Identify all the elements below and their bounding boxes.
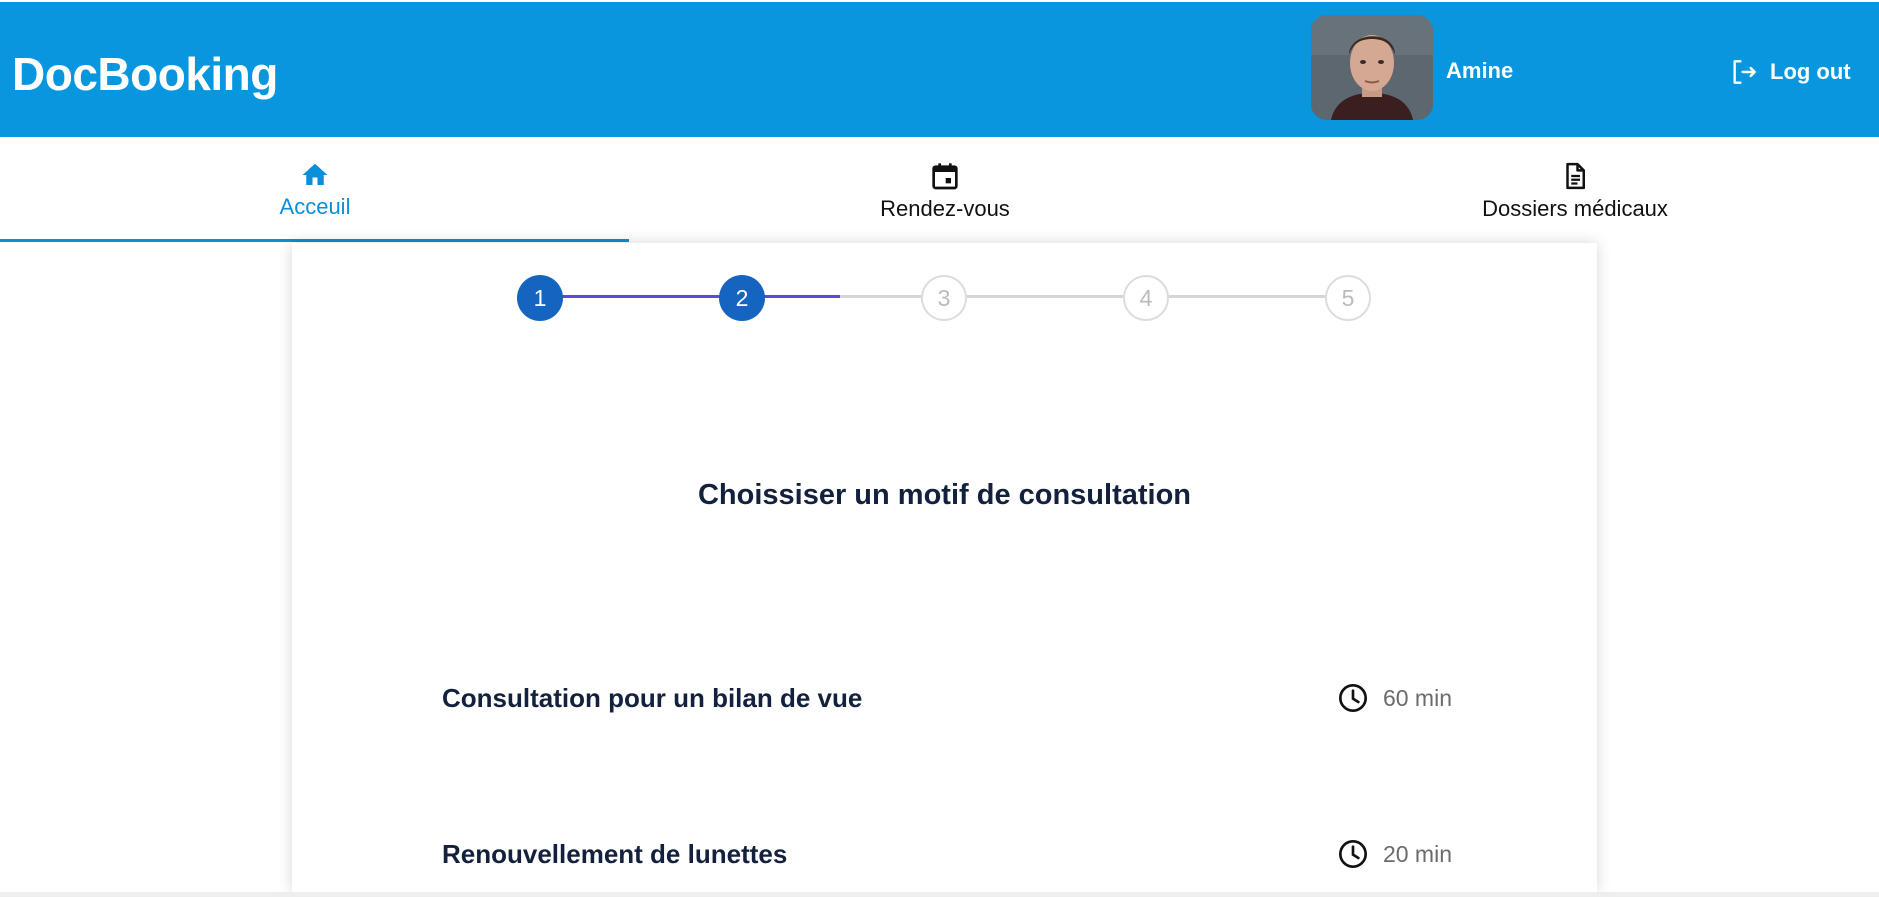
step-connector [540, 295, 740, 298]
clock-icon [1338, 684, 1367, 712]
motif-label: Consultation pour un bilan de vue [442, 682, 863, 713]
app-header: DocBooking Amine Log out [0, 0, 1879, 137]
step-connector [1142, 295, 1342, 298]
motif-option[interactable]: Renouvellement de lunettes 20 min [442, 829, 1452, 879]
bottom-strip [0, 892, 1879, 897]
logout-label: Log out [1770, 59, 1851, 84]
tab-dossiers-medicaux-label: Dossiers médicaux [1482, 196, 1668, 221]
nav-tabs: Acceuil Rendez-vous Dossiers médicaux [0, 137, 1879, 243]
motif-duration: 60 min [1337, 682, 1452, 714]
calendar-icon [932, 163, 958, 190]
motif-duration-text: 20 min [1382, 840, 1452, 867]
brand-logo[interactable]: DocBooking [12, 47, 278, 101]
home-icon [302, 163, 328, 185]
tab-dossiers-medicaux[interactable]: Dossiers médicaux [1260, 137, 1879, 243]
logout-icon [1733, 60, 1756, 84]
logout-button[interactable]: Log out [1728, 55, 1851, 89]
motif-option[interactable]: Consultation pour un bilan de vue 60 min [442, 673, 1452, 723]
step-2[interactable]: 2 [719, 275, 765, 321]
motif-duration-text: 60 min [1382, 684, 1452, 711]
user-name[interactable]: Amine [1446, 58, 1513, 84]
tab-acceuil-label: Acceuil [279, 194, 351, 219]
stepper: 1 2 3 4 5 [292, 243, 1597, 343]
step-5[interactable]: 5 [1325, 275, 1371, 321]
step-4[interactable]: 4 [1123, 275, 1169, 321]
section-title: Choissiser un motif de consultation [697, 479, 1192, 511]
motif-duration: 20 min [1337, 838, 1452, 870]
tab-rendez-vous-label: Rendez-vous [880, 196, 1010, 221]
document-icon [1566, 162, 1585, 190]
avatar-photo [1311, 15, 1433, 120]
motif-label: Renouvellement de lunettes [442, 838, 788, 869]
booking-card: 1 2 3 4 5 Choissiser un motif de consult… [292, 243, 1597, 892]
active-tab-indicator [0, 239, 629, 242]
clock-icon [1338, 840, 1367, 868]
tab-rendez-vous[interactable]: Rendez-vous [630, 137, 1260, 243]
tab-acceuil[interactable]: Acceuil [0, 137, 630, 243]
page: DocBooking Amine Log out Acceuil Rendez-… [0, 0, 1879, 897]
avatar[interactable] [1311, 15, 1433, 120]
step-3[interactable]: 3 [921, 275, 967, 321]
step-connector [942, 295, 1142, 298]
step-1[interactable]: 1 [517, 275, 563, 321]
